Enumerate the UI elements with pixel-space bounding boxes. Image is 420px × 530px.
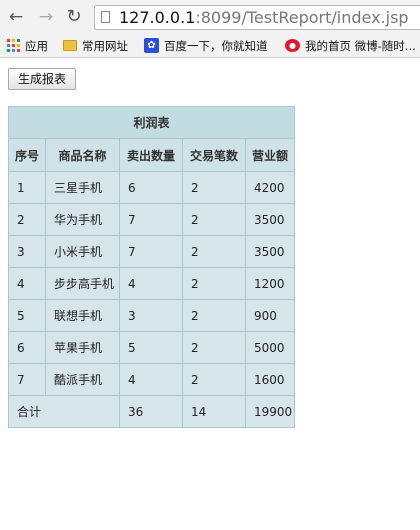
total-label: 合计 bbox=[8, 395, 120, 428]
bookmark-apps[interactable]: 应用 bbox=[7, 38, 48, 54]
reload-icon[interactable]: ↻ bbox=[64, 7, 84, 27]
cell-product: 联想手机 bbox=[45, 299, 120, 332]
total-row: 合计 36 14 19900 bbox=[8, 395, 295, 428]
browser-toolbar: ← → ↻ 127.0.0.1:8099/TestReport/index.js… bbox=[0, 0, 420, 34]
total-trades: 14 bbox=[182, 395, 246, 428]
cell-revenue: 5000 bbox=[245, 331, 295, 364]
back-arrow-icon[interactable]: ← bbox=[6, 7, 26, 27]
cell-product: 酷派手机 bbox=[45, 363, 120, 396]
total-revenue: 19900 bbox=[245, 395, 295, 428]
cell-product: 小米手机 bbox=[45, 235, 120, 268]
table-row: 3 小米手机 7 2 3500 bbox=[8, 235, 295, 268]
cell-index: 6 bbox=[8, 331, 46, 364]
table-row: 7 酷派手机 4 2 1600 bbox=[8, 363, 295, 396]
table-row: 2 华为手机 7 2 3500 bbox=[8, 203, 295, 236]
folder-icon bbox=[63, 40, 77, 51]
cell-qty: 5 bbox=[119, 331, 183, 364]
cell-trades: 2 bbox=[182, 203, 246, 236]
cell-index: 5 bbox=[8, 299, 46, 332]
cell-qty: 4 bbox=[119, 267, 183, 300]
cell-index: 3 bbox=[8, 235, 46, 268]
url-path: :8099/TestReport/index.jsp bbox=[195, 8, 409, 27]
cell-revenue: 3500 bbox=[245, 203, 295, 236]
cell-product: 华为手机 bbox=[45, 203, 120, 236]
column-header: 交易笔数 bbox=[182, 138, 246, 172]
url-host: 127.0.0.1 bbox=[119, 8, 196, 27]
table-caption: 利润表 bbox=[8, 106, 295, 139]
cell-qty: 7 bbox=[119, 203, 183, 236]
weibo-icon: ● bbox=[285, 39, 300, 52]
cell-product: 苹果手机 bbox=[45, 331, 120, 364]
cell-product: 步步高手机 bbox=[45, 267, 120, 300]
cell-revenue: 3500 bbox=[245, 235, 295, 268]
cell-qty: 6 bbox=[119, 171, 183, 204]
cell-trades: 2 bbox=[182, 267, 246, 300]
cell-qty: 7 bbox=[119, 235, 183, 268]
cell-revenue: 4200 bbox=[245, 171, 295, 204]
table-row: 4 步步高手机 4 2 1200 bbox=[8, 267, 295, 300]
cell-product: 三星手机 bbox=[45, 171, 120, 204]
column-header: 营业额 bbox=[245, 138, 295, 172]
page-icon bbox=[101, 11, 110, 23]
cell-trades: 2 bbox=[182, 363, 246, 396]
column-header: 序号 bbox=[8, 138, 46, 172]
cell-revenue: 1200 bbox=[245, 267, 295, 300]
cell-revenue: 900 bbox=[245, 299, 295, 332]
cell-qty: 3 bbox=[119, 299, 183, 332]
forward-arrow-icon[interactable]: → bbox=[36, 7, 56, 27]
cell-trades: 2 bbox=[182, 171, 246, 204]
url-text[interactable]: 127.0.0.1:8099/TestReport/index.jsp bbox=[119, 7, 409, 29]
bookmark-weibo[interactable]: ● 我的首页 微博-随时... bbox=[285, 38, 416, 54]
bookmark-label: 百度一下，你就知道 bbox=[164, 39, 268, 53]
apps-grid-icon bbox=[7, 39, 20, 52]
cell-index: 2 bbox=[8, 203, 46, 236]
bookmark-label: 我的首页 微博-随时... bbox=[305, 39, 416, 53]
cell-index: 4 bbox=[8, 267, 46, 300]
profit-table: 利润表 序号 商品名称 卖出数量 交易笔数 营业额 1 三星手机 6 2 420… bbox=[8, 106, 295, 428]
cell-index: 1 bbox=[8, 171, 46, 204]
bookmark-label: 应用 bbox=[25, 39, 48, 53]
table-row: 1 三星手机 6 2 4200 bbox=[8, 171, 295, 204]
bookmark-label: 常用网址 bbox=[82, 39, 128, 53]
cell-trades: 2 bbox=[182, 331, 246, 364]
table-row: 5 联想手机 3 2 900 bbox=[8, 299, 295, 332]
generate-report-button[interactable]: 生成报表 bbox=[8, 68, 76, 90]
column-header: 卖出数量 bbox=[119, 138, 183, 172]
column-header: 商品名称 bbox=[45, 138, 120, 172]
baidu-paw-icon: ✿ bbox=[144, 38, 159, 53]
cell-qty: 4 bbox=[119, 363, 183, 396]
bookmark-baidu[interactable]: ✿ 百度一下，你就知道 bbox=[144, 38, 268, 54]
cell-trades: 2 bbox=[182, 235, 246, 268]
bookmark-common-sites[interactable]: 常用网址 bbox=[63, 38, 128, 54]
cell-revenue: 1600 bbox=[245, 363, 295, 396]
address-bar[interactable]: 127.0.0.1:8099/TestReport/index.jsp bbox=[94, 5, 420, 30]
bookmarks-bar: 应用 常用网址 ✿ 百度一下，你就知道 ● 我的首页 微博-随时... bbox=[0, 34, 420, 58]
cell-trades: 2 bbox=[182, 299, 246, 332]
table-row: 6 苹果手机 5 2 5000 bbox=[8, 331, 295, 364]
total-qty: 36 bbox=[119, 395, 183, 428]
cell-index: 7 bbox=[8, 363, 46, 396]
